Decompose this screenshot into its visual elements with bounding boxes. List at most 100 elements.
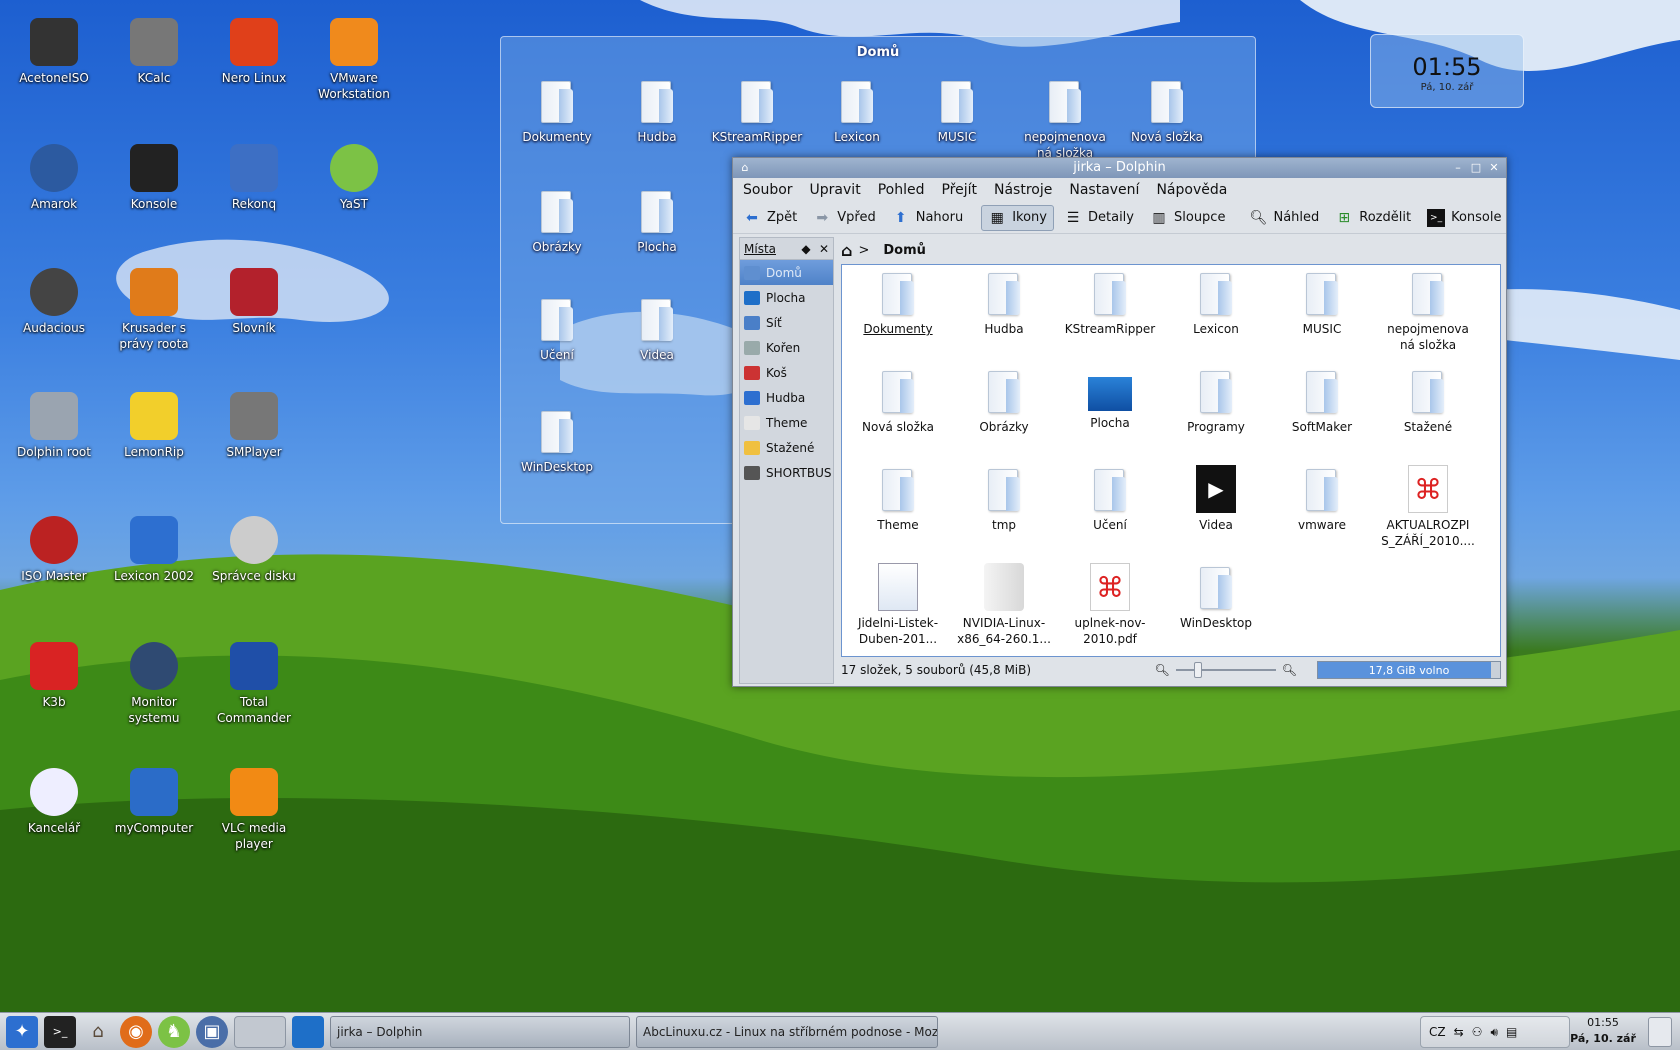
desktop-icon[interactable]: myComputer	[104, 768, 204, 836]
file-item[interactable]: MUSIC	[1272, 269, 1372, 337]
places-item[interactable]: Koš	[740, 360, 833, 385]
menu-item[interactable]: Nápověda	[1156, 182, 1227, 198]
file-item[interactable]: Programy	[1166, 367, 1266, 435]
yast-launcher-icon[interactable]: ♞	[158, 1015, 190, 1048]
file-item[interactable]: Jidelni-Listek-Duben-201...	[848, 563, 948, 647]
close-button[interactable]: ✕	[1486, 160, 1502, 176]
task-dolphin[interactable]: jirka – Dolphin	[330, 1015, 630, 1048]
menu-item[interactable]: Upravit	[810, 182, 861, 198]
file-item[interactable]: WinDesktop	[1166, 563, 1266, 631]
folder-view-item[interactable]: Učení	[511, 295, 603, 363]
folder-view-item[interactable]: nepojmenova ná složka	[1019, 77, 1111, 161]
keyboard-layout[interactable]: CZ	[1429, 1025, 1446, 1039]
clipboard-icon[interactable]: ▤	[1506, 1025, 1517, 1039]
places-item[interactable]: Domů	[740, 260, 833, 285]
menu-item[interactable]: Přejít	[941, 182, 977, 198]
desktop-icon[interactable]: Audacious	[4, 268, 104, 336]
menu-item[interactable]: Nastavení	[1069, 182, 1139, 198]
desktop-icon[interactable]: YaST	[304, 144, 404, 212]
places-item[interactable]: Hudba	[740, 385, 833, 410]
menu-item[interactable]: Pohled	[878, 182, 925, 198]
close-panel-icon[interactable]: ✕	[815, 242, 833, 256]
split-button[interactable]: ⊞ Rozdělit	[1329, 205, 1417, 231]
folder-view-item[interactable]: Videa	[611, 295, 703, 363]
folder-view-item[interactable]: MUSIC	[911, 77, 1003, 145]
file-item[interactable]: Hudba	[954, 269, 1054, 337]
disk-launcher-icon[interactable]: ▣	[196, 1015, 228, 1048]
file-item[interactable]: Učení	[1060, 465, 1160, 533]
folder-view-item[interactable]: WinDesktop	[511, 407, 603, 475]
file-item[interactable]: Stažené	[1378, 367, 1478, 435]
home-launcher-icon[interactable]: ⌂	[82, 1016, 114, 1048]
usb-icon[interactable]: ⚇	[1472, 1025, 1483, 1039]
file-item[interactable]: vmware	[1272, 465, 1372, 533]
places-item[interactable]: Plocha	[740, 285, 833, 310]
zoom-in-icon[interactable]: 🔍︎	[1282, 663, 1297, 677]
folder-view-item[interactable]: Obrázky	[511, 187, 603, 255]
file-item[interactable]: tmp	[954, 465, 1054, 533]
desktop-icon[interactable]: Rekonq	[204, 144, 304, 212]
desktop-icon[interactable]: KCalc	[104, 18, 204, 86]
file-item[interactable]: Theme	[848, 465, 948, 533]
dolphin-window[interactable]: ⌂ jirka – Dolphin – □ ✕ Soubor Upravit Poh…	[732, 157, 1507, 687]
desktop-icon[interactable]: K3b	[4, 642, 104, 710]
preview-button[interactable]: 🔍︎ Náhled	[1243, 205, 1325, 231]
file-item[interactable]: SoftMaker	[1272, 367, 1372, 435]
file-item[interactable]: KStreamRipper	[1060, 269, 1160, 337]
desktop-icon[interactable]: AcetoneISO	[4, 18, 104, 86]
icons-view-button[interactable]: ▦ Ikony	[981, 204, 1054, 231]
kde-menu-icon[interactable]: ✦	[6, 1015, 38, 1048]
folder-view-item[interactable]: Hudba	[611, 77, 703, 145]
places-item[interactable]: SHORTBUS	[740, 460, 833, 485]
file-item[interactable]: ⌘ AKTUALROZPI S_ZÁŘÍ_2010....	[1378, 465, 1478, 549]
file-item[interactable]: ⌘ uplnek-nov-2010.pdf	[1060, 563, 1160, 647]
desktop-icon[interactable]: VLC media player	[204, 768, 304, 852]
file-item[interactable]: ▶ Videa	[1166, 465, 1266, 533]
desktop-icon[interactable]: Amarok	[4, 144, 104, 212]
menu-item[interactable]: Soubor	[743, 182, 793, 198]
breadcrumb[interactable]: ⌂ > Domů	[841, 238, 926, 262]
desktop-icon[interactable]: Nero Linux	[204, 18, 304, 86]
desktop-icon[interactable]: SMPlayer	[204, 392, 304, 460]
float-panel-icon[interactable]: ◆	[797, 242, 815, 256]
desktop-icon[interactable]: Dolphin root	[4, 392, 104, 460]
places-item[interactable]: Kořen	[740, 335, 833, 360]
folder-view-item[interactable]: Plocha	[611, 187, 703, 255]
folder-view-item[interactable]: Dokumenty	[511, 77, 603, 145]
network-icon[interactable]: ⇆	[1454, 1025, 1464, 1039]
file-item[interactable]: Nová složka	[848, 367, 948, 435]
folder-view-item[interactable]: Nová složka	[1121, 77, 1213, 145]
desktop-icon[interactable]: Konsole	[104, 144, 204, 212]
file-item[interactable]: nepojmenova ná složka	[1378, 269, 1478, 353]
places-item[interactable]: Theme	[740, 410, 833, 435]
folder-view-item[interactable]: KStreamRipper	[711, 77, 803, 145]
panel-toolbox-icon[interactable]	[1648, 1017, 1672, 1047]
file-view[interactable]: Dokumenty Hudba KStreamRipper Lexicon MUSIC n…	[841, 264, 1501, 657]
forward-button[interactable]: ➡ Vpřed	[807, 205, 881, 231]
file-item[interactable]: NVIDIA-Linux-x86_64-260.1...	[954, 563, 1054, 647]
volume-icon[interactable]: 🔊︎	[1490, 1025, 1498, 1040]
file-item[interactable]: Obrázky	[954, 367, 1054, 435]
menu-item[interactable]: Nástroje	[994, 182, 1052, 198]
zoom-slider[interactable]: 🔍︎ 🔍︎	[1155, 662, 1297, 678]
desktop-icon[interactable]: Krusader s právy roota	[104, 268, 204, 352]
window-titlebar[interactable]: ⌂ jirka – Dolphin – □ ✕	[733, 158, 1506, 178]
desktop-icon[interactable]: Total Commander	[204, 642, 304, 726]
minimize-button[interactable]: –	[1450, 160, 1466, 176]
zoom-out-icon[interactable]: 🔍︎	[1155, 663, 1170, 677]
desktop-launcher-icon[interactable]	[292, 1015, 324, 1048]
desktop-icon[interactable]: Monitor systemu	[104, 642, 204, 726]
maximize-button[interactable]: □	[1468, 160, 1484, 176]
desktop-icon[interactable]: Kancelář	[4, 768, 104, 836]
file-item[interactable]: Plocha	[1060, 367, 1160, 431]
folder-view-item[interactable]: Lexicon	[811, 77, 903, 145]
back-button[interactable]: ⬅ Zpět	[737, 205, 803, 231]
zoom-handle[interactable]	[1193, 662, 1202, 678]
konsole-button[interactable]: >_ Konsole	[1421, 205, 1507, 231]
terminal-launcher-icon[interactable]: >_	[44, 1015, 76, 1048]
task-firefox[interactable]: AbcLinuxu.cz - Linux na stříbrném podnos…	[636, 1015, 938, 1048]
desktop-icon[interactable]: LemonRip	[104, 392, 204, 460]
desktop-icon[interactable]: ISO Master	[4, 516, 104, 584]
desktop-icon[interactable]: Slovník	[204, 268, 304, 336]
home-icon[interactable]: ⌂	[841, 241, 852, 260]
